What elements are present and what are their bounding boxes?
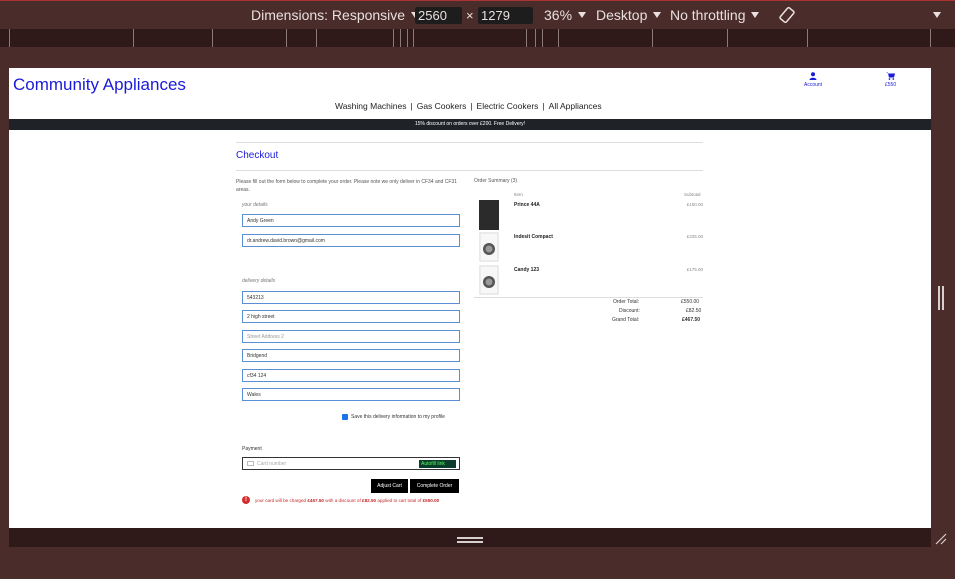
product-image-cooker: [479, 200, 499, 230]
divider: [236, 170, 703, 171]
email-field[interactable]: dr.andrew.david.brown@gmail.com: [242, 234, 460, 247]
resize-corner-icon[interactable]: [934, 532, 948, 546]
nav-electric-cookers[interactable]: Electric Cookers: [477, 101, 539, 111]
width-input[interactable]: 2560: [415, 7, 462, 24]
resize-handle-bottom[interactable]: [457, 537, 483, 543]
warning-discount: £82.50: [362, 497, 377, 503]
more-options-icon[interactable]: [933, 12, 941, 18]
autofill-link-button[interactable]: Autofill link: [419, 460, 456, 468]
product-price: £225.00: [686, 234, 703, 239]
card-number-field[interactable]: Card number Autofill link: [242, 457, 460, 470]
card-number-placeholder: Card number: [257, 461, 287, 467]
order-total-value: £550.00: [681, 299, 700, 305]
adjust-cart-button[interactable]: Adjust Cart: [371, 479, 408, 493]
user-icon: [809, 72, 817, 80]
main-nav: Washing Machines | Gas Cookers | Electric …: [335, 101, 602, 111]
checkout-intro: Please fill out the form below to comple…: [236, 179, 457, 193]
nav-gas-cookers[interactable]: Gas Cookers: [417, 101, 467, 111]
product-name: Candy 123: [514, 267, 540, 273]
street-address-2-field[interactable]: Street Address 2: [242, 330, 460, 343]
warning-prefix: your card will be charged: [255, 497, 307, 503]
save-info-checkbox[interactable]: [342, 414, 348, 427]
county-field[interactable]: Wales: [242, 388, 460, 401]
throttling-label: No throttling: [670, 7, 746, 23]
resize-handle-right[interactable]: [938, 286, 944, 310]
product-price: £150.00: [686, 202, 703, 207]
promo-banner: 15% discount on orders over £200. Free D…: [9, 119, 931, 130]
zoom-dropdown[interactable]: 36%: [544, 7, 587, 23]
nav-all-appliances[interactable]: All Appliances: [549, 101, 602, 111]
times-sign: ×: [466, 8, 474, 23]
washing-machine-icon: [479, 232, 499, 262]
nav-separator: |: [470, 101, 473, 111]
phone-field[interactable]: 543213: [242, 291, 460, 304]
discount-label: Discount:: [619, 308, 640, 314]
complete-order-button[interactable]: Complete Order: [410, 479, 459, 493]
warning-mid2: applied to cart total of: [377, 497, 422, 503]
height-input[interactable]: 1279: [478, 7, 533, 24]
warning-charge: £467.50: [307, 497, 324, 503]
order-summary-title: Order Summary (3): [474, 178, 518, 184]
town-field[interactable]: Bridgend: [242, 349, 460, 362]
washing-machine-icon: [479, 265, 499, 295]
zoom-label: 36%: [544, 7, 573, 23]
divider: [236, 142, 703, 143]
charge-warning: ! your card will be charged £467.50 with…: [242, 496, 439, 504]
cart-icon: [886, 72, 896, 80]
warning-icon: !: [242, 496, 250, 504]
account-link[interactable]: Account: [804, 72, 822, 88]
divider: [474, 297, 703, 298]
save-info-label[interactable]: Save this delivery information to my pro…: [351, 414, 445, 420]
chevron-down-icon: [751, 12, 760, 18]
order-total-label: Order Total:: [613, 299, 640, 305]
throttling-dropdown[interactable]: No throttling: [670, 7, 760, 23]
chevron-down-icon: [653, 12, 662, 18]
street-address-1-field[interactable]: 2 high street: [242, 310, 460, 323]
devtools-toolbar: Dimensions: Responsive 2560 × 1279 36% D…: [0, 0, 955, 29]
charge-warning-text: your card will be charged £467.50 with a…: [255, 498, 439, 503]
product-image-washer: [479, 265, 499, 295]
grand-total-label: Grand Total:: [612, 317, 640, 323]
account-label: Account: [804, 82, 823, 88]
dimensions-label: Dimensions: Responsive: [251, 7, 406, 23]
discount-value: £82.50: [686, 308, 702, 314]
page-viewport: Community Appliances Account £550 Washin…: [9, 68, 931, 528]
device-dropdown[interactable]: Desktop: [596, 7, 662, 23]
nav-separator: |: [542, 101, 545, 111]
payment-label: Payment: [242, 446, 262, 452]
credit-card-icon: [247, 461, 254, 467]
column-subtotal: Subtotal: [684, 192, 701, 197]
rotate-icon[interactable]: [778, 6, 796, 24]
device-label: Desktop: [596, 7, 648, 23]
product-name: Indesit Compact: [514, 234, 553, 240]
chevron-down-icon: [578, 12, 587, 18]
product-image-washer: [479, 232, 499, 262]
nav-separator: |: [410, 101, 413, 111]
product-price: £175.00: [686, 267, 703, 272]
postcode-field[interactable]: cf34 124: [242, 369, 460, 382]
warning-mid: with a discount of: [325, 497, 361, 503]
dimensions-dropdown[interactable]: Dimensions: Responsive: [251, 7, 420, 23]
checkmark-icon: [342, 422, 348, 427]
column-item: Item: [514, 192, 523, 197]
site-brand[interactable]: Community Appliances: [13, 75, 186, 95]
media-query-ruler: [0, 29, 955, 47]
cart-total: £550: [885, 82, 897, 88]
full-name-field[interactable]: Andy Green: [242, 214, 460, 227]
nav-washing-machines[interactable]: Washing Machines: [335, 101, 407, 111]
grand-total-value: £467.50: [682, 317, 701, 323]
cart-link[interactable]: £550: [885, 72, 896, 88]
page-title: Checkout: [236, 150, 279, 161]
delivery-details-label: delivery details: [242, 278, 276, 284]
product-name: Prince 44A: [514, 202, 540, 208]
viewport-gutter: [0, 47, 955, 68]
your-details-label: your details: [242, 202, 268, 208]
warning-total: £550.00: [422, 497, 440, 503]
